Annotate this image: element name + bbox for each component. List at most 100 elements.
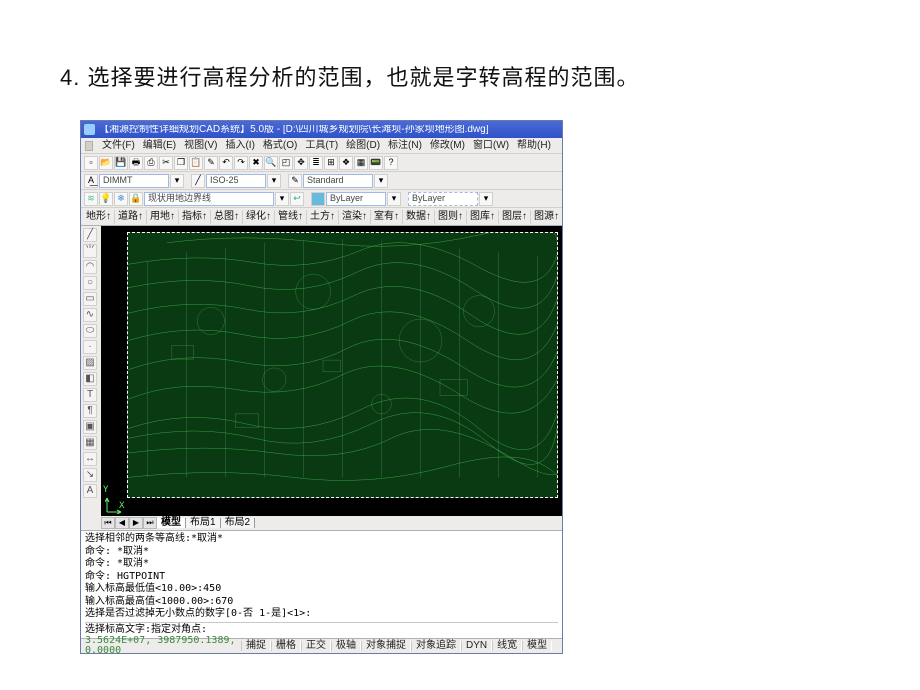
eraser-icon[interactable]: ✖	[249, 156, 263, 170]
domain-tab[interactable]: 指标↑	[179, 210, 211, 224]
menu-工具[interactable]: 工具(T)	[301, 140, 342, 151]
menu-文件[interactable]: 文件(F)	[98, 140, 139, 151]
domain-tab[interactable]: 道路↑	[115, 210, 147, 224]
properties-icon[interactable]: ≣	[309, 156, 323, 170]
tab-last-icon[interactable]: ⏭	[143, 517, 157, 529]
help-icon[interactable]: ?	[384, 156, 398, 170]
tab-next-icon[interactable]: ▶	[129, 517, 143, 529]
cut-icon[interactable]: ✂	[159, 156, 173, 170]
color-combo[interactable]: ByLayer	[326, 192, 386, 206]
print-preview-icon[interactable]: ⎙	[144, 156, 158, 170]
ltype-dd-icon[interactable]: ▾	[479, 192, 493, 206]
tab-first-icon[interactable]: ⏮	[101, 517, 115, 529]
table-icon[interactable]: ▦	[83, 436, 97, 450]
color-swatch-icon[interactable]	[311, 192, 325, 206]
menu-修改[interactable]: 修改(M)	[426, 140, 469, 151]
layer-manager-icon[interactable]: ≋	[84, 192, 98, 206]
hatch-icon[interactable]: ▨	[83, 356, 97, 370]
design-center-icon[interactable]: ❖	[339, 156, 353, 170]
status-toggle[interactable]: DYN	[461, 641, 492, 651]
new-file-icon[interactable]: ▫	[84, 156, 98, 170]
drawing-canvas[interactable]: Y X	[101, 226, 562, 516]
domain-tab[interactable]: 绿化↑	[243, 210, 275, 224]
domain-tab[interactable]: 图库↑	[467, 210, 499, 224]
textstyle-icon[interactable]: ✎	[288, 174, 302, 188]
print-icon[interactable]: 🖶	[129, 156, 143, 170]
ucs-icon[interactable]: ⊞	[324, 156, 338, 170]
arc-icon[interactable]: ◠	[83, 260, 97, 274]
status-toggle[interactable]: 对象捕捉	[361, 641, 411, 651]
layer-prev-icon[interactable]: ↩	[290, 192, 304, 206]
copy-icon[interactable]: ❐	[174, 156, 188, 170]
layer-combo[interactable]: 现状用地边界线	[144, 192, 274, 206]
textstyle-dd-icon[interactable]: ▾	[374, 174, 388, 188]
spline-icon[interactable]: ∿	[83, 308, 97, 322]
domain-tab[interactable]: 图层↑	[499, 210, 531, 224]
domain-tab[interactable]: 用地↑	[147, 210, 179, 224]
status-toggle[interactable]: 线宽	[492, 641, 522, 651]
bulb-icon[interactable]: 💡	[99, 192, 113, 206]
line-icon[interactable]: ╱	[83, 228, 97, 242]
rect-icon[interactable]: ▭	[83, 292, 97, 306]
a-icon[interactable]: A	[83, 484, 97, 498]
block-icon[interactable]: ▣	[83, 420, 97, 434]
match-icon[interactable]: ✎	[204, 156, 218, 170]
dimstyle-icon[interactable]: A͟	[84, 174, 98, 188]
domain-tab[interactable]: 管线↑	[275, 210, 307, 224]
menu-窗口[interactable]: 窗口(W)	[469, 140, 513, 151]
domain-tab[interactable]: 图源↑	[531, 210, 562, 224]
linetype-combo[interactable]: ByLayer	[408, 192, 478, 206]
mtext-icon[interactable]: ¶	[83, 404, 97, 418]
menu-编辑[interactable]: 编辑(E)	[139, 140, 180, 151]
status-toggle[interactable]: 极轴	[331, 641, 361, 651]
status-toggle[interactable]: 正交	[301, 641, 331, 651]
status-toggle[interactable]: 模型	[522, 641, 552, 651]
menu-视图[interactable]: 视图(V)	[180, 140, 221, 151]
dimstyle-dd-icon[interactable]: ▾	[170, 174, 184, 188]
status-toggle[interactable]: 栅格	[271, 641, 301, 651]
iso-dd-icon[interactable]: ▾	[267, 174, 281, 188]
iso-combo[interactable]: ISO-25	[206, 174, 266, 188]
domain-tab[interactable]: 数据↑	[403, 210, 435, 224]
color-dd-icon[interactable]: ▾	[387, 192, 401, 206]
domain-tab[interactable]: 土方↑	[307, 210, 339, 224]
dimstyle-combo[interactable]: DIMMT	[99, 174, 169, 188]
layout-tab[interactable]: 布局2	[221, 518, 256, 528]
status-toggle[interactable]: 捕捉	[241, 641, 271, 651]
circle-icon[interactable]: ○	[83, 276, 97, 290]
command-window[interactable]: 选择相邻的两条等高线:*取消*命令: *取消*命令: *取消*命令: HGTPO…	[81, 530, 562, 638]
point-icon[interactable]: ·	[83, 340, 97, 354]
ellipse-icon[interactable]: ⬭	[83, 324, 97, 338]
redo-icon[interactable]: ↷	[234, 156, 248, 170]
paste-icon[interactable]: 📋	[189, 156, 203, 170]
menu-插入[interactable]: 插入(I)	[221, 140, 258, 151]
linetype-icon[interactable]: ╱	[191, 174, 205, 188]
domain-tab[interactable]: 总图↑	[211, 210, 243, 224]
menu-帮助[interactable]: 帮助(H)	[513, 140, 555, 151]
save-icon[interactable]: 💾	[114, 156, 128, 170]
domain-tab[interactable]: 地形↑	[83, 210, 115, 224]
layout-tab[interactable]: 布局1	[186, 518, 221, 528]
polyline-icon[interactable]: ⺌	[83, 244, 97, 258]
menu-绘图[interactable]: 绘图(D)	[342, 140, 384, 151]
tool-palette-icon[interactable]: ▦	[354, 156, 368, 170]
layer-dd-icon[interactable]: ▾	[275, 192, 289, 206]
menu-格式[interactable]: 格式(O)	[259, 140, 301, 151]
domain-tab[interactable]: 渲染↑	[339, 210, 371, 224]
undo-icon[interactable]: ↶	[219, 156, 233, 170]
pan-icon[interactable]: ✥	[294, 156, 308, 170]
freeze-icon[interactable]: ❄	[114, 192, 128, 206]
text-icon[interactable]: T	[83, 388, 97, 402]
tab-prev-icon[interactable]: ◀	[115, 517, 129, 529]
status-toggle[interactable]: 对象追踪	[411, 641, 461, 651]
dim-icon[interactable]: ↔	[83, 452, 97, 466]
menu-标注[interactable]: 标注(N)	[384, 140, 426, 151]
textstyle-combo[interactable]: Standard	[303, 174, 373, 188]
leader-icon[interactable]: ↘	[83, 468, 97, 482]
open-file-icon[interactable]: 📂	[99, 156, 113, 170]
region-icon[interactable]: ◧	[83, 372, 97, 386]
zoom-window-icon[interactable]: ◰	[279, 156, 293, 170]
zoom-in-icon[interactable]: 🔍	[264, 156, 278, 170]
domain-tab[interactable]: 图则↑	[435, 210, 467, 224]
calc-icon[interactable]: 📟	[369, 156, 383, 170]
